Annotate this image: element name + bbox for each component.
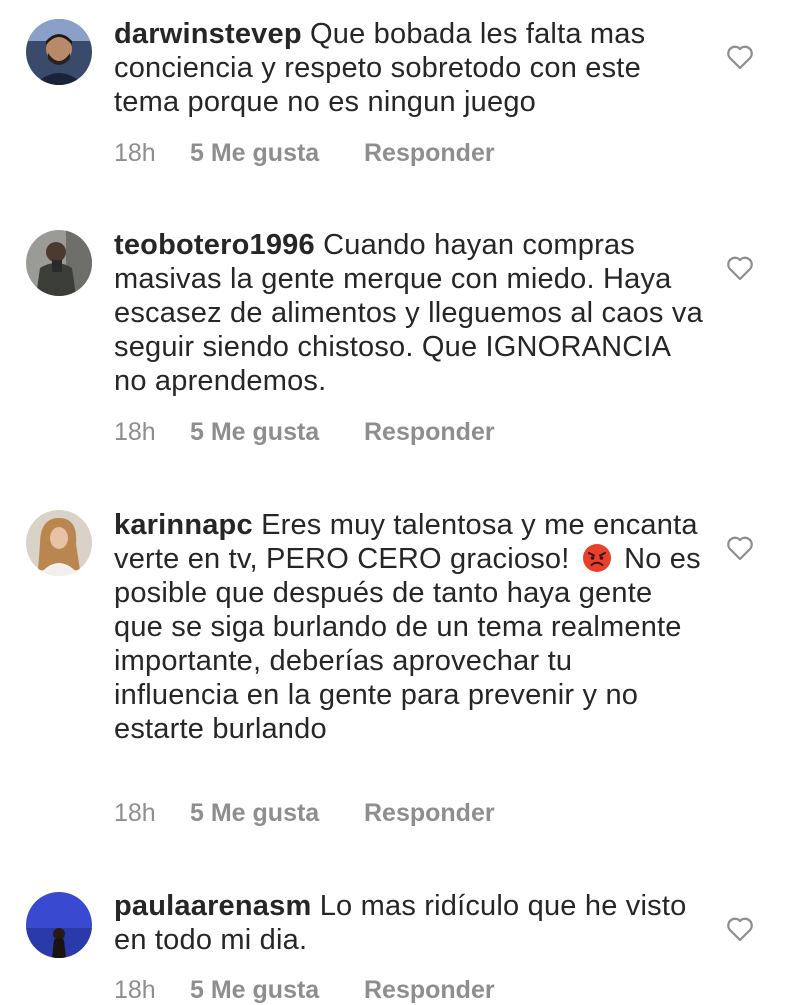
heart-outline-icon[interactable] <box>726 916 754 942</box>
comment-username[interactable]: teobotero1996 <box>114 229 315 261</box>
comment-text: paulaarenasm Lo mas ridículo que he vist… <box>114 889 704 957</box>
reply-button[interactable]: Responder <box>364 138 495 168</box>
comment-text: darwinstevep Que bobada les falta mas co… <box>114 17 704 119</box>
reply-button[interactable]: Responder <box>364 417 495 447</box>
reply-button[interactable]: Responder <box>364 975 495 1005</box>
angry-face-emoji <box>582 544 611 572</box>
comment-time: 18h <box>114 139 156 167</box>
avatar[interactable] <box>26 510 92 576</box>
comment-likes[interactable]: 5 Me gusta <box>190 975 364 1005</box>
comment-time: 18h <box>114 418 156 446</box>
avatar[interactable] <box>26 230 92 296</box>
comment-text: karinnapc Eres muy talentosa y me encant… <box>114 508 704 746</box>
comment-meta: 18h 5 Me gusta Responder <box>114 417 495 447</box>
comment-username[interactable]: paulaarenasm <box>114 890 311 922</box>
heart-outline-icon[interactable] <box>726 255 754 281</box>
reply-button[interactable]: Responder <box>364 798 495 828</box>
comment-likes[interactable]: 5 Me gusta <box>190 417 364 447</box>
comment-meta: 18h 5 Me gusta Responder <box>114 798 495 828</box>
avatar[interactable] <box>26 19 92 85</box>
comment-text: teobotero1996 Cuando hayan compras masiv… <box>114 228 704 398</box>
comment-meta: 18h 5 Me gusta Responder <box>114 975 495 1005</box>
comment-username[interactable]: karinnapc <box>114 509 253 541</box>
avatar[interactable] <box>26 892 92 958</box>
comment-time: 18h <box>114 976 156 1004</box>
heart-outline-icon[interactable] <box>726 44 754 70</box>
comment-username[interactable]: darwinstevep <box>114 18 302 50</box>
comment-time: 18h <box>114 799 156 827</box>
comment-likes[interactable]: 5 Me gusta <box>190 138 364 168</box>
heart-outline-icon[interactable] <box>726 535 754 561</box>
comment-meta: 18h 5 Me gusta Responder <box>114 138 495 168</box>
comment-likes[interactable]: 5 Me gusta <box>190 798 364 828</box>
